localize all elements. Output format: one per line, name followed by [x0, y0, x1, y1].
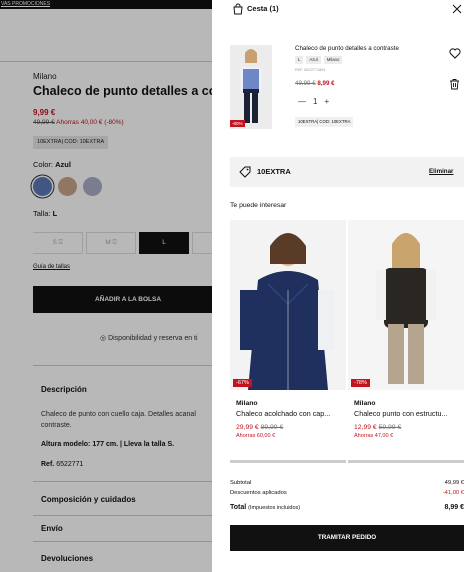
quantity-stepper: — 1 +	[298, 97, 329, 106]
discount-value: -41,00 €	[442, 490, 464, 496]
cart-item-discount-badge: -80%	[230, 120, 245, 127]
cart-title: Cesta (1)	[247, 4, 279, 13]
cart-drawer: Cesta (1) -80% Chaleco de punto detalles…	[212, 0, 475, 572]
subtotal-value: 49,99 €	[444, 480, 464, 486]
cart-item-brand: Milano	[323, 56, 343, 64]
discount-label: Descuentos aplicados	[230, 490, 287, 496]
recommendation-image	[230, 220, 346, 390]
cart-item-price-row: 49,99 € 8,99 €	[295, 80, 335, 87]
recommendation-discount-badge: -78%	[351, 379, 370, 387]
recommendation-name: Chaleco acolchado con cap...	[236, 409, 331, 418]
tag-icon	[239, 166, 251, 178]
checkout-button[interactable]: TRAMITAR PEDIDO	[230, 525, 464, 551]
cart-item-attributes: L Azul Milano	[295, 56, 343, 64]
recommendation-card[interactable]: -67%	[230, 220, 346, 390]
total-label: Total	[230, 504, 247, 511]
recommendation-price-row: 12,99 € 59,99 €	[354, 424, 470, 431]
modal-backdrop[interactable]	[0, 0, 212, 572]
cart-item-ref: REF. 6522771804	[295, 68, 326, 72]
quantity-value: 1	[313, 97, 318, 106]
recommendation-price-row: 29,99 € 89,99 €	[236, 424, 346, 431]
increase-quantity-button[interactable]: +	[324, 97, 329, 106]
total-note: (Impuestos incluidos)	[248, 505, 301, 511]
recommendation-old-price: 89,99 €	[260, 424, 284, 431]
trash-icon[interactable]	[449, 78, 460, 90]
discount-row: Descuentos aplicados -41,00 €	[230, 490, 464, 496]
cart-item-promo-tag: 10EXTRA| COD: 10EXTRA	[295, 117, 354, 127]
shopping-bag-icon	[233, 3, 243, 15]
cart-header: Cesta (1)	[212, 0, 475, 20]
recommendation-price: 12,99 €	[354, 424, 377, 431]
discount-code-label: 10EXTRA	[257, 167, 291, 176]
cart-item-old-price: 49,99 €	[295, 80, 316, 87]
decrease-quantity-button[interactable]: —	[298, 97, 306, 106]
recommendation-image	[348, 220, 464, 390]
next-card-peek	[230, 460, 346, 463]
total-value: 8,99 €	[444, 504, 464, 511]
cart-item-name[interactable]: Chaleco de punto detalles a contraste	[295, 45, 399, 52]
cart-item-photo	[230, 45, 272, 129]
recommendation-old-price: 59,99 €	[378, 424, 402, 431]
recommendation-brand: Milano	[354, 400, 376, 407]
subtotal-row: Subtotal 49,99 €	[230, 480, 464, 486]
recommendation-discount-badge: -67%	[233, 379, 252, 387]
subtotal-label: Subtotal	[230, 480, 252, 486]
close-icon[interactable]	[452, 4, 462, 14]
recommendation-info[interactable]: Milano Chaleco punto con estructu... 12,…	[354, 400, 470, 439]
cart-item-image[interactable]: -80%	[230, 45, 272, 129]
total-label-group: Total (Impuestos incluidos)	[230, 504, 300, 511]
cart-summary: Subtotal 49,99 € Descuentos aplicados -4…	[212, 472, 475, 572]
recommendation-savings: Ahorras 47,00 €	[354, 433, 394, 439]
applied-discount-code: 10EXTRA Eliminar	[230, 157, 464, 187]
recommendation-card[interactable]: -78%	[348, 220, 464, 390]
recommendation-savings: Ahorras 60,00 €	[236, 433, 276, 439]
recommendations-heading: Te puede interesar	[230, 202, 287, 209]
cart-item-size: L	[295, 56, 304, 64]
recommendation-name: Chaleco punto con estructu...	[354, 409, 448, 418]
cart-item-color: Azul	[306, 56, 321, 64]
heart-icon[interactable]	[449, 48, 461, 59]
recommendation-brand: Milano	[236, 400, 258, 407]
cart-item-price: 8,99 €	[317, 80, 335, 87]
next-card-peek	[348, 460, 464, 463]
product-page: VAS PROMOCIONES Milano Chaleco de punto …	[0, 0, 475, 572]
total-row: Total (Impuestos incluidos) 8,99 €	[230, 504, 464, 511]
recommendation-info[interactable]: Milano Chaleco acolchado con cap... 29,9…	[236, 400, 346, 439]
remove-code-link[interactable]: Eliminar	[429, 168, 453, 175]
recommendation-price: 29,99 €	[236, 424, 259, 431]
